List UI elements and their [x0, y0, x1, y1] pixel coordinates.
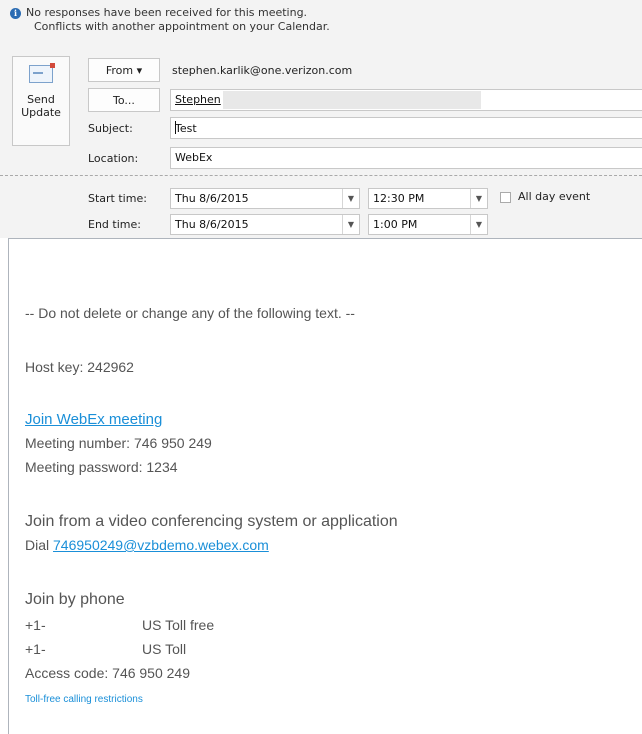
toll-free-restrictions-link[interactable]: Toll-free calling restrictions: [25, 694, 143, 705]
chevron-down-icon[interactable]: ▼: [470, 215, 487, 234]
meeting-number: Meeting number: 746 950 249: [25, 435, 212, 451]
meeting-header: i No responses have been received for th…: [0, 0, 642, 238]
chevron-down-icon[interactable]: ▼: [342, 215, 359, 234]
phone-1-prefix: +1-: [25, 617, 46, 633]
start-time-value: 12:30 PM: [373, 192, 425, 205]
location-label: Location:: [88, 152, 139, 165]
chevron-down-icon[interactable]: ▼: [342, 189, 359, 208]
info-icon: i: [10, 7, 21, 19]
dial-address-link[interactable]: 746950249@vzbdemo.webex.com: [53, 537, 269, 553]
envelope-icon: [29, 63, 55, 83]
video-join-heading: Join from a video conferencing system or…: [25, 513, 398, 530]
phone-2-prefix: +1-: [25, 641, 46, 657]
info-bar: i No responses have been received for th…: [10, 6, 330, 34]
location-field[interactable]: WebEx: [170, 147, 642, 169]
subject-label: Subject:: [88, 122, 133, 135]
location-value: WebEx: [175, 151, 213, 164]
from-button[interactable]: From ▾: [88, 58, 160, 82]
message-body[interactable]: -- Do not delete or change any of the fo…: [8, 238, 642, 734]
end-time-select[interactable]: 1:00 PM ▼: [368, 214, 488, 235]
update-label: Update: [21, 106, 61, 119]
dial-prefix: Dial: [25, 537, 54, 553]
all-day-label: All day event: [518, 190, 591, 203]
subject-field[interactable]: Test: [170, 117, 642, 139]
divider: [0, 175, 642, 176]
meeting-password: Meeting password: 1234: [25, 459, 178, 475]
start-time-select[interactable]: 12:30 PM ▼: [368, 188, 488, 209]
info-line-1: No responses have been received for this…: [26, 6, 308, 19]
host-key: Host key: 242962: [25, 359, 134, 375]
send-update-button[interactable]: Send Update: [12, 56, 70, 146]
phone-join-heading: Join by phone: [25, 591, 125, 608]
end-time-value: 1:00 PM: [373, 218, 418, 231]
dial-line: Dial 746950249@vzbdemo.webex.com: [25, 537, 269, 553]
subject-value: Test: [175, 122, 197, 135]
start-time-label: Start time:: [88, 192, 147, 205]
all-day-checkbox[interactable]: [500, 192, 511, 203]
phone-2-label: US Toll: [142, 641, 187, 657]
end-date-value: Thu 8/6/2015: [175, 218, 249, 231]
phone-1-label: US Toll free: [142, 617, 215, 633]
start-date-value: Thu 8/6/2015: [175, 192, 249, 205]
join-webex-link[interactable]: Join WebEx meeting: [25, 411, 162, 428]
to-field[interactable]: Stephen: [170, 89, 642, 111]
to-recipient[interactable]: Stephen: [175, 93, 221, 106]
chevron-down-icon[interactable]: ▼: [470, 189, 487, 208]
access-code: Access code: 746 950 249: [25, 665, 191, 681]
from-email: stephen.karlik@one.verizon.com: [172, 64, 353, 77]
end-time-label: End time:: [88, 218, 141, 231]
send-label: Send: [27, 93, 55, 106]
to-field-shade: [223, 91, 481, 109]
to-button[interactable]: To...: [88, 88, 160, 112]
start-date-select[interactable]: Thu 8/6/2015 ▼: [170, 188, 360, 209]
notice-text: -- Do not delete or change any of the fo…: [25, 305, 355, 321]
end-date-select[interactable]: Thu 8/6/2015 ▼: [170, 214, 360, 235]
info-line-2: Conflicts with another appointment on yo…: [34, 20, 330, 33]
